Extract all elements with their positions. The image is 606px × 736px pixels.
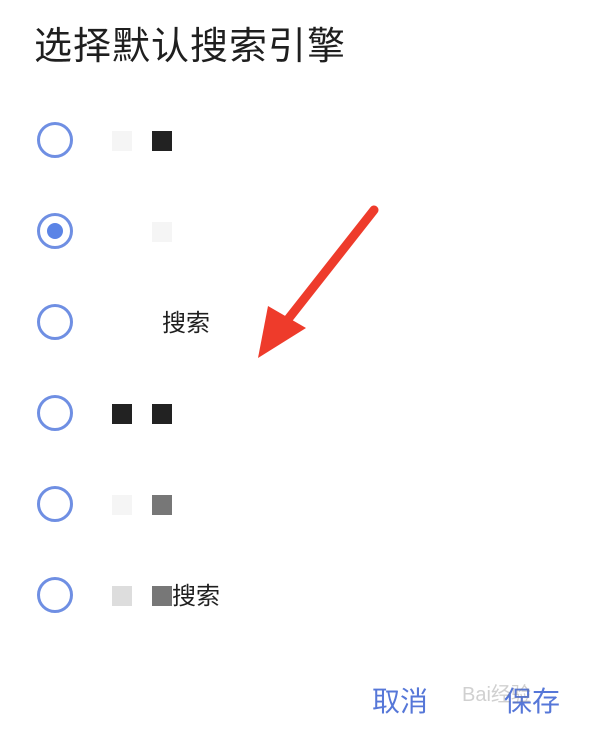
redacted-block	[112, 404, 132, 424]
engine-option-label	[112, 488, 192, 522]
radio-button[interactable]	[37, 122, 73, 158]
radio-dot	[47, 223, 63, 239]
engine-option-4[interactable]	[0, 371, 606, 462]
redacted-block	[112, 495, 132, 515]
redacted-block	[152, 495, 172, 515]
redacted-block	[112, 222, 132, 242]
search-engine-dialog: 选择默认搜索引擎 搜索 搜索 取消 保存 Bai经验	[0, 0, 606, 736]
cancel-button[interactable]: 取消	[372, 680, 428, 724]
redacted-block	[112, 586, 132, 606]
redacted-block	[152, 131, 172, 151]
radio-button[interactable]	[37, 577, 73, 613]
redacted-block	[152, 586, 172, 606]
radio-button[interactable]	[37, 395, 73, 431]
engine-option-5[interactable]	[0, 462, 606, 553]
redacted-block	[112, 131, 132, 151]
engine-name: 搜索	[172, 582, 220, 610]
annotation-arrow-icon	[258, 205, 379, 358]
engine-option-label	[112, 215, 192, 249]
engine-option-label: 搜索	[112, 579, 220, 613]
radio-button[interactable]	[37, 304, 73, 340]
engine-option-6[interactable]: 搜索	[0, 553, 606, 644]
redacted-block	[152, 404, 172, 424]
engine-option-label	[112, 397, 192, 431]
engine-name: 搜索	[162, 309, 210, 337]
engine-option-label	[112, 124, 192, 158]
radio-button[interactable]	[37, 486, 73, 522]
engine-option-1[interactable]	[0, 98, 606, 189]
dialog-title: 选择默认搜索引擎	[34, 24, 347, 68]
engine-options-list: 搜索 搜索	[0, 98, 606, 644]
engine-option-label: 搜索	[112, 306, 210, 340]
radio-button-selected[interactable]	[37, 213, 73, 249]
redacted-block	[152, 222, 172, 242]
watermark-logo: Bai经验	[462, 684, 531, 706]
